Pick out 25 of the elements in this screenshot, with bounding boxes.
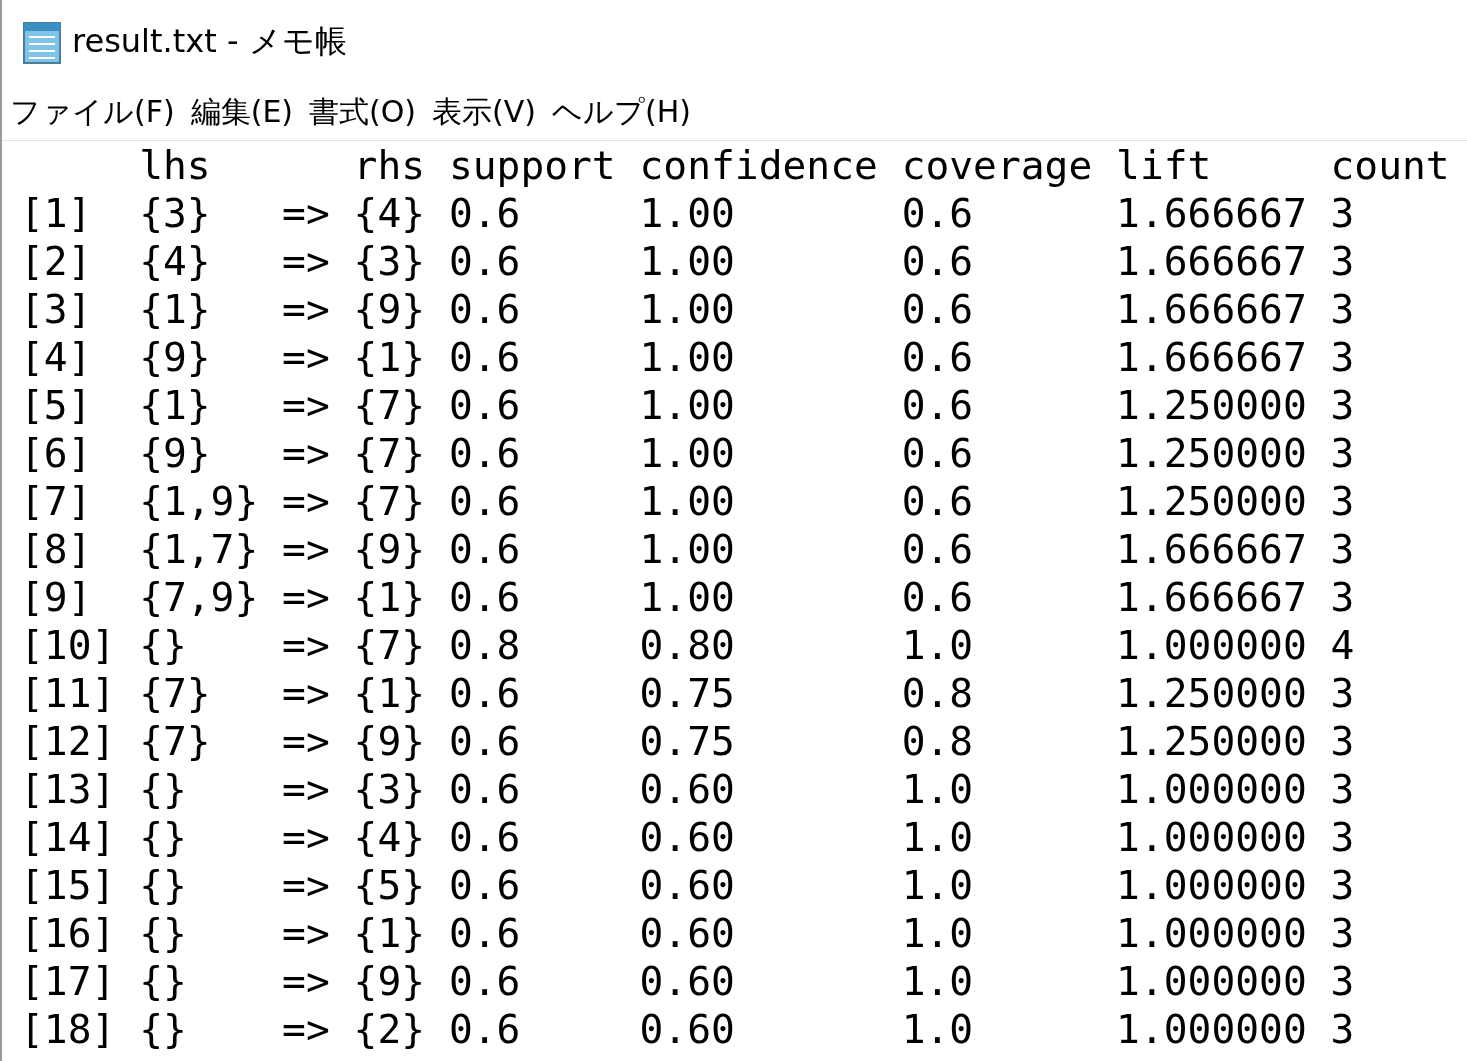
menu-item[interactable]: ヘルプ(H) — [552, 91, 691, 133]
text-line: [18] {} => {2} 0.6 0.60 1.0 1.000000 3 — [20, 1005, 1355, 1053]
text-line: [6] {9} => {7} 0.6 1.00 0.6 1.250000 3 — [20, 429, 1355, 477]
text-line: [9] {7,9} => {1} 0.6 1.00 0.6 1.666667 3 — [20, 573, 1355, 621]
text-line: [5] {1} => {7} 0.6 1.00 0.6 1.250000 3 — [20, 381, 1355, 429]
menu-item[interactable]: 表示(V) — [432, 91, 536, 133]
text-line: [10] {} => {7} 0.8 0.80 1.0 1.000000 4 — [20, 621, 1355, 669]
text-line: [13] {} => {3} 0.6 0.60 1.0 1.000000 3 — [20, 765, 1355, 813]
text-line: [1] {3} => {4} 0.6 1.00 0.6 1.666667 3 — [20, 189, 1355, 237]
text-line: [16] {} => {1} 0.6 0.60 1.0 1.000000 3 — [20, 909, 1355, 957]
text-line: [14] {} => {4} 0.6 0.60 1.0 1.000000 3 — [20, 813, 1355, 861]
text-line: [12] {7} => {9} 0.6 0.75 0.8 1.250000 3 — [20, 717, 1355, 765]
text-line: [4] {9} => {1} 0.6 1.00 0.6 1.666667 3 — [20, 333, 1355, 381]
text-line: [8] {1,7} => {9} 0.6 1.00 0.6 1.666667 3 — [20, 525, 1355, 573]
menu-item[interactable]: 編集(E) — [190, 91, 294, 133]
text-line: [17] {} => {9} 0.6 0.60 1.0 1.000000 3 — [20, 957, 1355, 1005]
text-line: [15] {} => {5} 0.6 0.60 1.0 1.000000 3 — [20, 861, 1355, 909]
text-line: [11] {7} => {1} 0.6 0.75 0.8 1.250000 3 — [20, 669, 1355, 717]
text-line: lhs rhs support confidence coverage lift count — [138, 141, 1450, 189]
window-title: result.txt - メモ帳 — [72, 21, 347, 62]
text-line: [3] {1} => {9} 0.6 1.00 0.6 1.666667 3 — [20, 285, 1355, 333]
text-line: [2] {4} => {3} 0.6 1.00 0.6 1.666667 3 — [20, 237, 1355, 285]
text-line: [7] {1,9} => {7} 0.6 1.00 0.6 1.250000 3 — [20, 477, 1355, 525]
menu-item[interactable]: ファイル(F) — [10, 91, 175, 133]
menu-item[interactable]: 書式(O) — [309, 91, 417, 133]
